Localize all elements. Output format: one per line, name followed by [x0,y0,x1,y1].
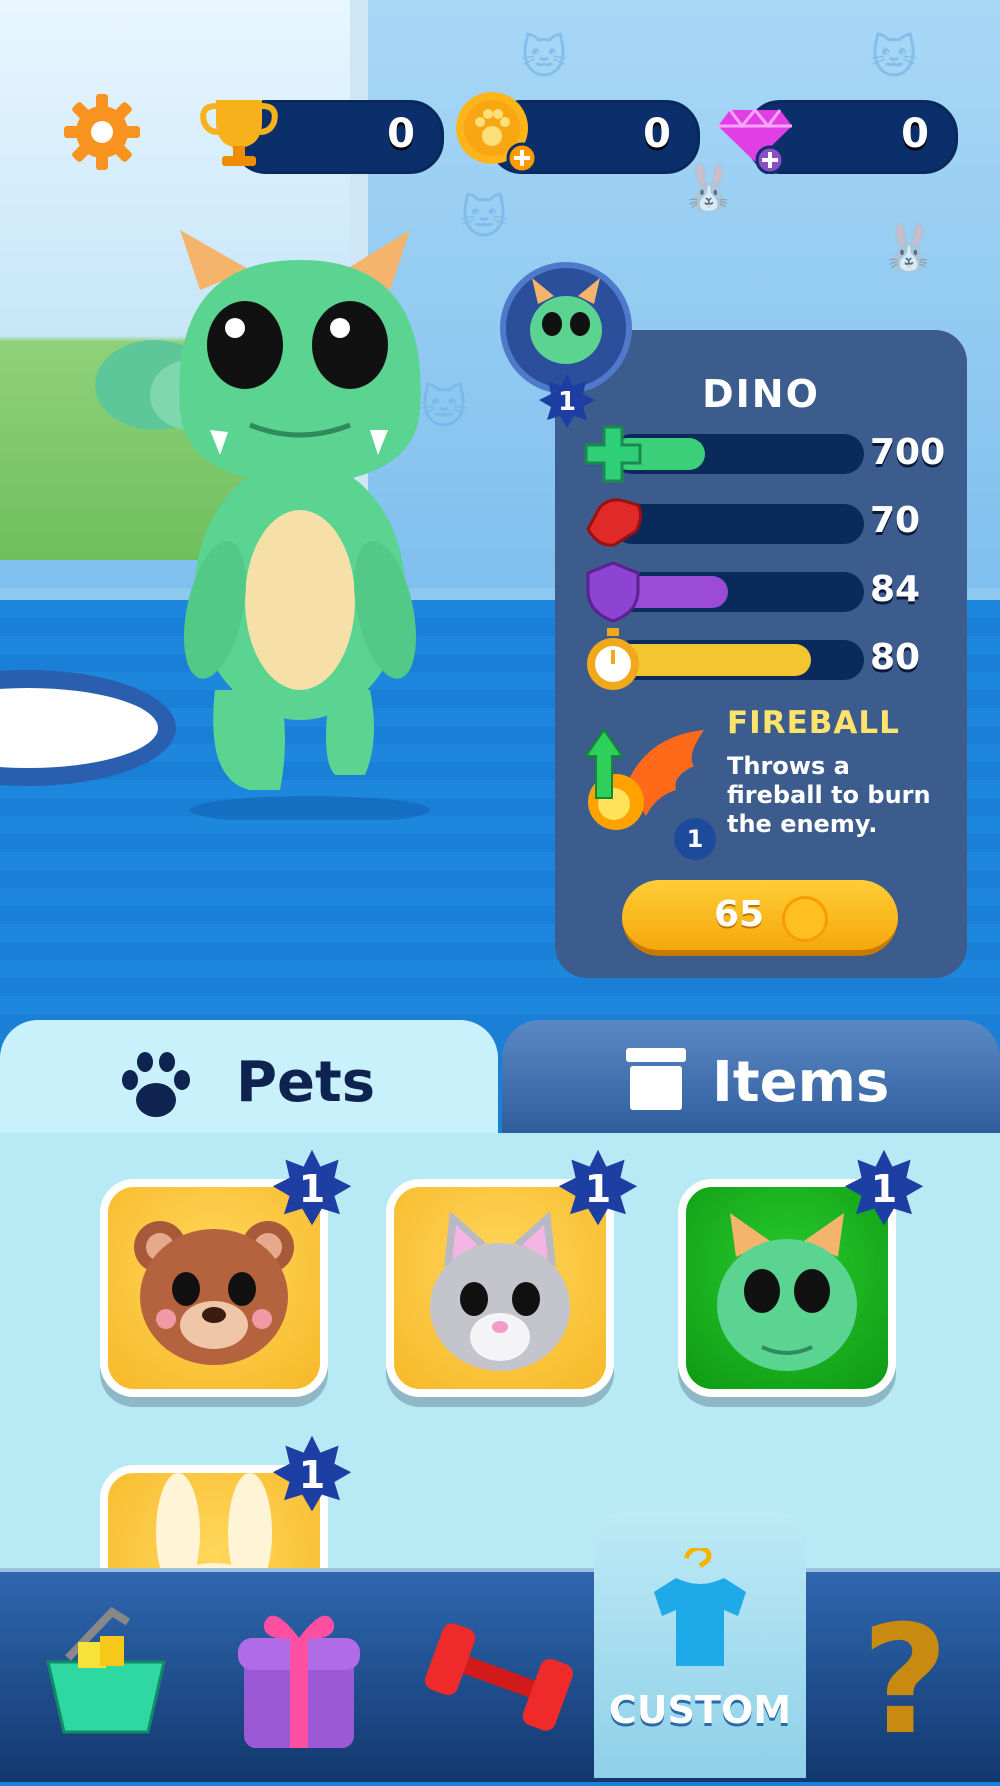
svg-text:?: ? [861,1594,948,1768]
health-bar [612,434,864,474]
paw-coin-icon [782,896,828,942]
paw-icon [122,1052,190,1117]
attack-value: 70 [870,500,921,541]
tab-items[interactable]: Items [502,1020,1000,1135]
pet-level-value: 1 [870,1167,898,1211]
cat-pattern-icon: 🐰 [880,220,938,274]
pet-level-value: 1 [298,1453,326,1497]
tshirt-icon [654,1548,746,1666]
tab-pets-label: Pets [236,1050,376,1115]
pet-level-value: 1 [584,1167,612,1211]
upgrade-button[interactable]: 65 [622,880,898,956]
pet-level-badge: 1 [556,1147,640,1231]
tab-items-label: Items [712,1050,890,1115]
trophy-count: 0 [387,111,415,157]
speed-stopwatch-icon [587,628,639,690]
bottom-nav: ? [0,1568,1000,1782]
pet-level-badge: 1 [842,1147,926,1231]
paw-coin-count: 0 [643,111,671,157]
pet-level-badge: 1 [270,1433,354,1517]
nav-gifts[interactable] [202,1572,392,1782]
defense-bar [612,572,864,612]
question-mark-icon: ? [861,1594,948,1768]
speed-value: 80 [870,637,921,678]
defense-value: 84 [870,569,921,610]
attack-fist-icon [586,498,643,547]
nav-shop[interactable] [8,1572,198,1782]
pet-name: DINO [702,372,820,416]
nav-help[interactable]: ? [810,1572,1000,1782]
nav-custom[interactable]: CUSTOM [594,1512,806,1778]
dino-face-icon [530,278,602,364]
paw-coin-add-icon[interactable] [452,88,538,174]
dino-character[interactable] [160,220,480,820]
cat-pattern-icon: 🐱 [870,30,918,84]
attack-bar [612,504,864,544]
gem-count: 0 [901,111,929,157]
dumbbell-icon [425,1623,573,1731]
defense-shield-icon [586,561,640,623]
speed-bar [612,640,864,680]
tab-pets[interactable]: Pets [0,1020,498,1135]
shopping-basket-icon [46,1606,166,1734]
settings-gear-icon[interactable] [62,92,142,172]
skill-level-badge: 1 [674,818,716,860]
nav-custom-label: CUSTOM [608,1688,792,1732]
cat-pattern-icon: 🐱 [520,30,568,84]
nav-training[interactable] [404,1572,594,1782]
pets-grid: 1 1 1 1 [0,1133,1000,1568]
health-value: 700 [870,432,946,473]
upgrade-price: 65 [714,894,765,935]
gift-box-icon [238,1615,360,1748]
box-icon [626,1048,686,1110]
trophy-icon [200,100,278,166]
skill-description: Throws a fireball to burn the enemy. [727,752,931,838]
skill-name: FIREBALL [727,705,900,741]
gem-add-icon[interactable] [712,88,798,174]
pet-level-badge: 1 [270,1147,354,1231]
pet-level-value: 1 [298,1167,326,1211]
health-cross-icon [584,425,642,483]
